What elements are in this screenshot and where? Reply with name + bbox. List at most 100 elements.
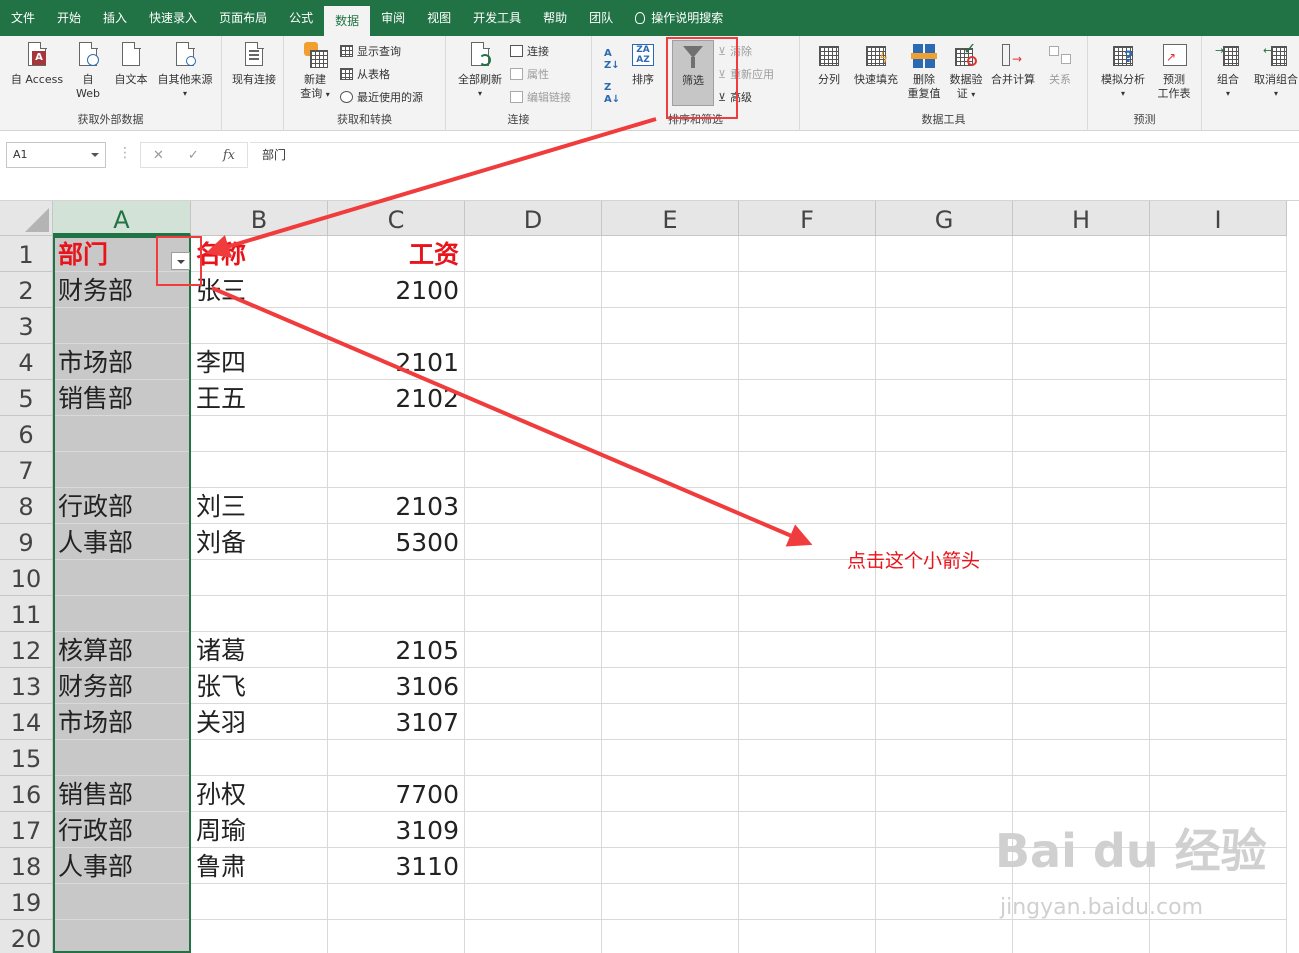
- cell[interactable]: [1150, 308, 1287, 344]
- cell[interactable]: [876, 308, 1013, 344]
- cell[interactable]: [1150, 560, 1287, 596]
- from-other-sources-button[interactable]: 自其他来源 ▾: [152, 41, 218, 101]
- cell[interactable]: [739, 704, 876, 740]
- cell[interactable]: [876, 884, 1013, 920]
- row-header[interactable]: 17: [0, 812, 53, 848]
- cell[interactable]: [328, 308, 465, 344]
- cell[interactable]: [53, 596, 191, 632]
- cell[interactable]: [465, 488, 602, 524]
- column-header-f[interactable]: F: [739, 201, 876, 236]
- tab-quick-entry[interactable]: 快速录入: [138, 0, 208, 36]
- cell[interactable]: [1150, 236, 1287, 272]
- from-access-button[interactable]: A 自 Access: [6, 41, 68, 87]
- flash-fill-button[interactable]: ϟ 快速填充: [850, 42, 902, 87]
- cell[interactable]: [465, 416, 602, 452]
- consolidate-button[interactable]: → 合并计算: [988, 42, 1038, 87]
- cell[interactable]: 市场部: [53, 704, 191, 740]
- cell[interactable]: [1150, 380, 1287, 416]
- cell[interactable]: 关羽: [191, 704, 328, 740]
- cell[interactable]: [1013, 704, 1150, 740]
- clear-filter-button[interactable]: ⊻ 清除: [718, 43, 752, 59]
- cell[interactable]: [876, 596, 1013, 632]
- cell[interactable]: 销售部: [53, 776, 191, 812]
- cell[interactable]: [876, 272, 1013, 308]
- cell[interactable]: [1013, 920, 1150, 953]
- cell[interactable]: [53, 884, 191, 920]
- cell[interactable]: [465, 380, 602, 416]
- reapply-button[interactable]: ⊻ 重新应用: [718, 66, 774, 82]
- cell[interactable]: 王五: [191, 380, 328, 416]
- text-to-columns-button[interactable]: 分列: [810, 42, 848, 87]
- cell[interactable]: [191, 308, 328, 344]
- cell[interactable]: [602, 344, 739, 380]
- row-header[interactable]: 1: [0, 236, 53, 272]
- cell[interactable]: 张飞: [191, 668, 328, 704]
- cell[interactable]: [1013, 452, 1150, 488]
- cell[interactable]: [53, 920, 191, 953]
- cell[interactable]: [1150, 452, 1287, 488]
- cell[interactable]: [465, 812, 602, 848]
- cancel-icon[interactable]: ✕: [153, 148, 164, 163]
- cell[interactable]: 财务部: [53, 668, 191, 704]
- cell[interactable]: [876, 920, 1013, 953]
- row-header[interactable]: 9: [0, 524, 53, 560]
- cell[interactable]: [191, 740, 328, 776]
- cell[interactable]: [191, 920, 328, 953]
- cell[interactable]: [465, 704, 602, 740]
- row-header[interactable]: 5: [0, 380, 53, 416]
- cell[interactable]: 3106: [328, 668, 465, 704]
- cell[interactable]: 2101: [328, 344, 465, 380]
- cell[interactable]: 2100: [328, 272, 465, 308]
- cell[interactable]: [739, 416, 876, 452]
- cell[interactable]: [53, 740, 191, 776]
- cell[interactable]: [739, 920, 876, 953]
- cell[interactable]: 核算部: [53, 632, 191, 668]
- cell[interactable]: [739, 308, 876, 344]
- cell[interactable]: [602, 812, 739, 848]
- cell[interactable]: [876, 236, 1013, 272]
- show-queries-button[interactable]: 显示查询: [340, 43, 401, 59]
- cell[interactable]: [328, 416, 465, 452]
- cell[interactable]: [602, 560, 739, 596]
- cell[interactable]: [602, 272, 739, 308]
- row-header[interactable]: 10: [0, 560, 53, 596]
- cell[interactable]: [1150, 272, 1287, 308]
- cell[interactable]: 销售部: [53, 380, 191, 416]
- recent-sources-button[interactable]: 最近使用的源: [340, 89, 423, 105]
- cell[interactable]: [876, 452, 1013, 488]
- cell[interactable]: [191, 596, 328, 632]
- connections-button[interactable]: 连接: [510, 43, 549, 59]
- cell[interactable]: [465, 668, 602, 704]
- cell[interactable]: [1150, 632, 1287, 668]
- tab-home[interactable]: 开始: [46, 0, 92, 36]
- cell[interactable]: 3110: [328, 848, 465, 884]
- cell[interactable]: [328, 560, 465, 596]
- relationships-button[interactable]: 关系: [1040, 42, 1080, 87]
- what-if-analysis-button[interactable]: ? 模拟分析 ▾: [1096, 42, 1150, 101]
- tab-page-layout[interactable]: 页面布局: [208, 0, 278, 36]
- cell[interactable]: [602, 668, 739, 704]
- cell[interactable]: 行政部: [53, 488, 191, 524]
- cell[interactable]: [465, 776, 602, 812]
- cell[interactable]: [465, 560, 602, 596]
- column-header-d[interactable]: D: [465, 201, 602, 236]
- cell[interactable]: [53, 452, 191, 488]
- sort-az-icon[interactable]: A Z↓: [604, 48, 620, 72]
- cell[interactable]: [191, 416, 328, 452]
- cell[interactable]: [876, 416, 1013, 452]
- cell[interactable]: 鲁肃: [191, 848, 328, 884]
- row-header[interactable]: 18: [0, 848, 53, 884]
- cell[interactable]: [876, 632, 1013, 668]
- row-header[interactable]: 8: [0, 488, 53, 524]
- cell[interactable]: [1150, 344, 1287, 380]
- cell[interactable]: [739, 236, 876, 272]
- cell[interactable]: 5300: [328, 524, 465, 560]
- cell[interactable]: [1150, 416, 1287, 452]
- cell[interactable]: [1013, 308, 1150, 344]
- cell[interactable]: [1013, 740, 1150, 776]
- cell[interactable]: [739, 668, 876, 704]
- cell[interactable]: [1150, 524, 1287, 560]
- row-header[interactable]: 3: [0, 308, 53, 344]
- cell[interactable]: [328, 884, 465, 920]
- ungroup-button[interactable]: ← 取消组合 ▾: [1252, 42, 1299, 101]
